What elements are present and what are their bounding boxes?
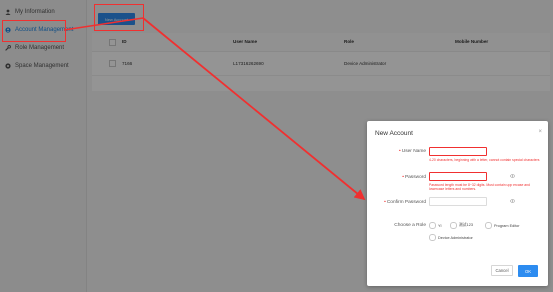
password-label: •Password	[402, 175, 426, 180]
choose-role-label: Choose a Role	[394, 223, 426, 228]
password-input[interactable]	[429, 172, 487, 181]
new-account-dialog: New Account × •User Name 4-20 characters…	[367, 121, 548, 286]
role-option-test123[interactable]: 测试123	[450, 222, 473, 229]
confirm-password-label: •Confirm Password	[384, 200, 426, 205]
role-option-yi[interactable]: YI	[429, 222, 442, 229]
cancel-button[interactable]: Cancel	[491, 265, 513, 276]
dialog-title: New Account	[375, 130, 413, 137]
confirm-password-input[interactable]	[429, 197, 487, 206]
user-name-hint: 4-20 characters, beginning with a letter…	[429, 158, 540, 162]
close-icon[interactable]: ×	[538, 129, 542, 135]
eye-icon[interactable]	[510, 199, 515, 204]
ok-button[interactable]: OK	[518, 265, 538, 277]
user-name-input[interactable]	[429, 147, 487, 156]
password-hint: Password length must be 8~32 digits. Mus…	[429, 183, 530, 191]
role-option-device-administrator[interactable]: Device Administrator	[429, 234, 473, 241]
role-option-program-editor[interactable]: Program Editor	[485, 222, 520, 229]
eye-icon[interactable]	[510, 174, 515, 179]
user-name-label: •User Name	[399, 149, 426, 154]
